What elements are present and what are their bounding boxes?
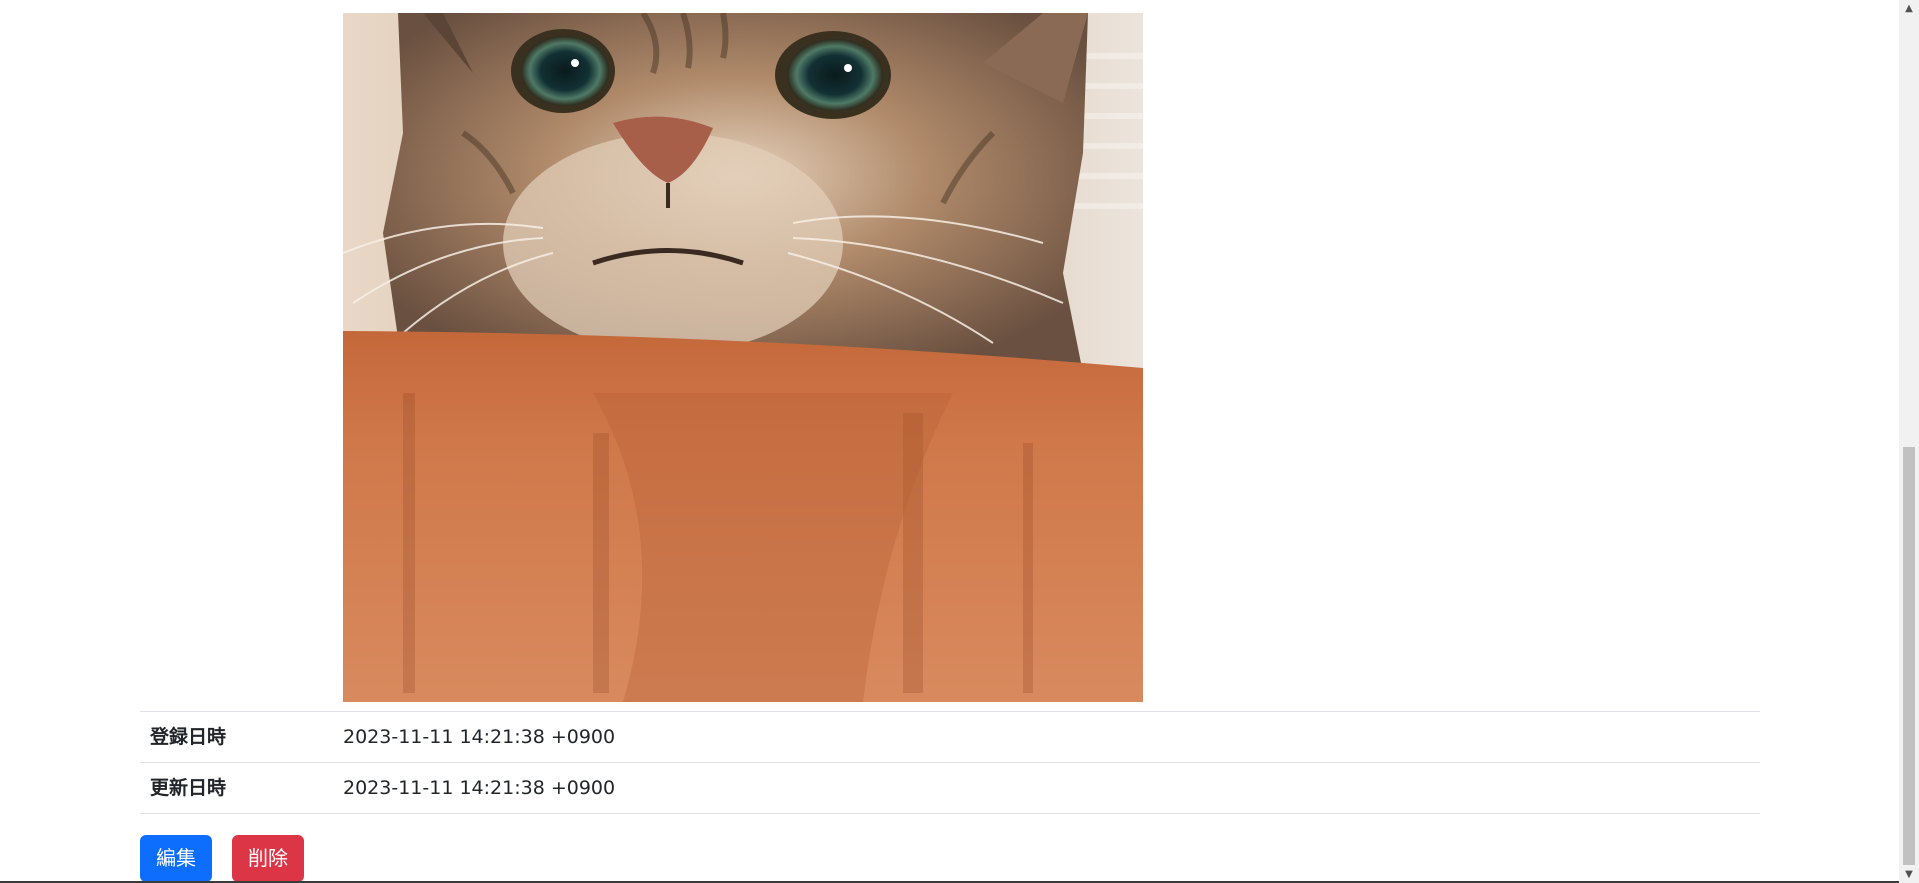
triangle-up-icon[interactable]: ▲ [1899,0,1919,17]
page-content: 登録日時 2023-11-11 14:21:38 +0900 更新日時 2023… [0,0,1899,883]
browser-viewport: 登録日時 2023-11-11 14:21:38 +0900 更新日時 2023… [0,0,1919,883]
triangle-down-icon[interactable]: ▼ [1899,866,1919,883]
created-at-label: 登録日時 [150,726,227,748]
scroll-thumb[interactable] [1903,447,1915,865]
updated-at-label: 更新日時 [150,777,227,799]
table-row-updated-at: 更新日時 2023-11-11 14:21:38 +0900 [140,762,1760,814]
edit-button[interactable]: 編集 [140,835,212,882]
delete-button[interactable]: 削除 [232,835,304,882]
detail-table: 登録日時 2023-11-11 14:21:38 +0900 更新日時 2023… [140,711,1760,814]
cat-photo [343,13,1143,702]
created-at-value: 2023-11-11 14:21:38 +0900 [343,726,616,748]
table-row-created-at: 登録日時 2023-11-11 14:21:38 +0900 [140,711,1760,762]
updated-at-value: 2023-11-11 14:21:38 +0900 [343,777,616,799]
vertical-scrollbar[interactable]: ▲ ▼ [1899,0,1919,883]
